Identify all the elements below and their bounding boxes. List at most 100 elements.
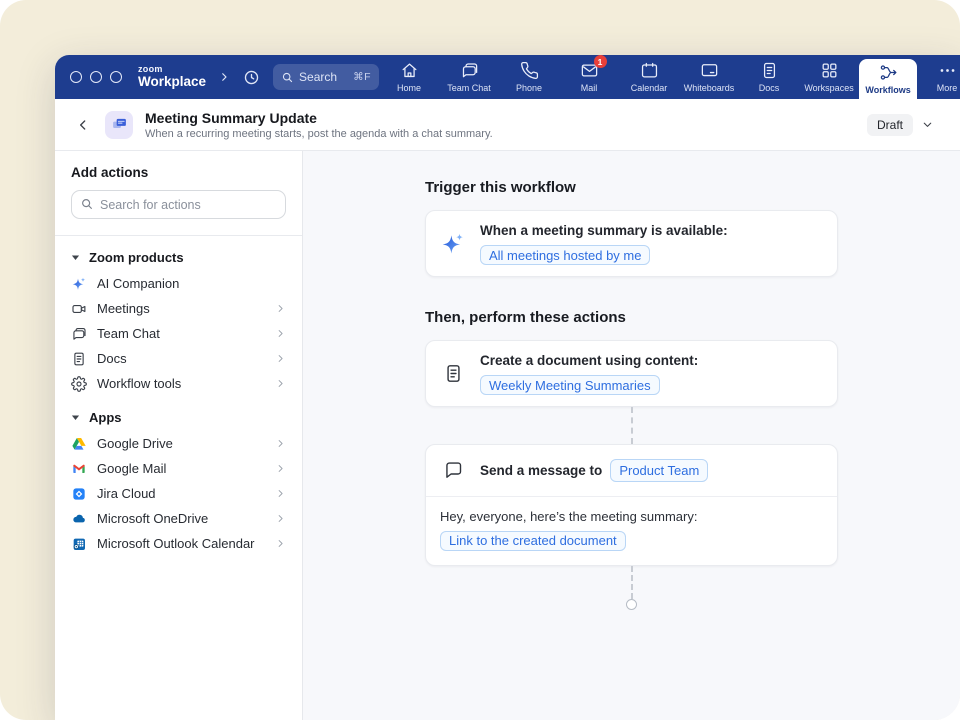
nav-item-docs[interactable]: Docs	[739, 55, 799, 99]
workflow-title: Meeting Summary Update	[145, 110, 493, 126]
whiteboards-icon	[700, 61, 719, 80]
onedrive-icon	[71, 511, 87, 527]
caret-down-icon	[71, 253, 80, 262]
document-icon	[440, 363, 466, 384]
connector-line	[631, 407, 633, 444]
section-apps: Apps Google Drive Google Mail Jir	[71, 410, 286, 556]
actions-heading: Then, perform these actions	[425, 309, 838, 326]
chevron-down-icon	[921, 118, 934, 131]
trigger-card[interactable]: When a meeting summary is available: All…	[425, 210, 838, 277]
nav-item-more[interactable]: More	[917, 55, 960, 99]
window-control-minimize[interactable]	[90, 71, 102, 83]
nav-item-workflows[interactable]: Workflows	[859, 59, 917, 99]
ai-sparkle-icon	[440, 231, 466, 257]
chevron-right-icon	[275, 303, 286, 314]
window-control-close[interactable]	[70, 71, 82, 83]
chevron-right-icon	[275, 353, 286, 364]
nav-item-calendar[interactable]: Calendar	[619, 55, 679, 99]
nav-item-whiteboards[interactable]: Whiteboards	[679, 55, 739, 99]
sidebar-divider	[55, 235, 302, 236]
calendar-icon	[640, 61, 659, 80]
chevron-right-icon	[275, 488, 286, 499]
history-icon[interactable]	[242, 68, 261, 87]
zoom-workplace-window: zoom Workplace Search ⌘F Home	[55, 55, 960, 720]
sidebar-item-ai-companion[interactable]: AI Companion	[71, 271, 286, 296]
send-message-card[interactable]: Send a message to Product Team Hey, ever…	[425, 444, 838, 566]
send-message-text: Send a message to	[480, 462, 602, 480]
trigger-scope-pill[interactable]: All meetings hosted by me	[480, 245, 650, 265]
search-icon	[281, 71, 294, 84]
outlook-calendar-icon	[71, 536, 87, 552]
sidebar-item-team-chat[interactable]: Team Chat	[71, 321, 286, 346]
gmail-icon	[71, 461, 87, 477]
chevron-right-icon	[275, 538, 286, 549]
actions-sidebar: Add actions Zoom products AI Companion	[55, 151, 303, 720]
sidebar-item-google-mail[interactable]: Google Mail	[71, 456, 286, 481]
team-chat-icon	[71, 326, 87, 342]
topbar: zoom Workplace Search ⌘F Home	[55, 55, 960, 99]
gear-icon	[71, 376, 87, 392]
sidebar-item-workflow-tools[interactable]: Workflow tools	[71, 371, 286, 396]
logo-workplace: Workplace	[138, 75, 206, 89]
sidebar-item-jira-cloud[interactable]: Jira Cloud	[71, 481, 286, 506]
connector-line	[631, 566, 633, 599]
docs-icon	[71, 351, 87, 367]
workflow-canvas: Trigger this workflow When a meeting sum…	[303, 151, 960, 720]
nav-item-workspaces[interactable]: Workspaces	[799, 55, 859, 99]
create-document-text: Create a document using content:	[480, 352, 698, 370]
nav-item-mail[interactable]: 1 Mail	[559, 55, 619, 99]
phone-icon	[520, 61, 539, 80]
sidebar-item-microsoft-outlook-calendar[interactable]: Microsoft Outlook Calendar	[71, 531, 286, 556]
chevron-right-icon	[275, 513, 286, 524]
expand-chevron-icon[interactable]	[218, 71, 230, 83]
meetings-icon	[71, 301, 87, 317]
workspaces-icon	[820, 61, 839, 80]
trigger-text: When a meeting summary is available:	[480, 222, 728, 240]
nav-item-home[interactable]: Home	[379, 55, 439, 99]
section-header-zoom-products[interactable]: Zoom products	[71, 250, 286, 265]
workflow-titles: Meeting Summary Update When a recurring …	[145, 110, 493, 140]
window-control-zoom[interactable]	[110, 71, 122, 83]
more-icon	[938, 61, 957, 80]
chevron-left-icon	[75, 117, 91, 133]
sidebar-item-microsoft-onedrive[interactable]: Microsoft OneDrive	[71, 506, 286, 531]
ai-companion-icon	[71, 276, 87, 292]
nav-item-team-chat[interactable]: Team Chat	[439, 55, 499, 99]
section-header-apps[interactable]: Apps	[71, 410, 286, 425]
chevron-right-icon	[275, 438, 286, 449]
workflow-app-icon	[105, 111, 133, 139]
section-zoom-products: Zoom products AI Companion Meetings Team…	[71, 250, 286, 396]
sidebar-item-docs[interactable]: Docs	[71, 346, 286, 371]
message-link-pill[interactable]: Link to the created document	[440, 531, 626, 551]
window-controls[interactable]	[70, 71, 122, 83]
workflow-header: Meeting Summary Update When a recurring …	[55, 99, 960, 151]
status-badge: Draft	[867, 114, 913, 136]
home-icon	[400, 61, 419, 80]
sidebar-item-meetings[interactable]: Meetings	[71, 296, 286, 321]
actions-search-input[interactable]	[71, 190, 286, 219]
document-content-pill[interactable]: Weekly Meeting Summaries	[480, 375, 660, 395]
team-chat-icon	[460, 61, 479, 80]
message-recipient-pill[interactable]: Product Team	[610, 459, 708, 482]
back-button[interactable]	[73, 115, 93, 135]
desktop-background: zoom Workplace Search ⌘F Home	[0, 0, 960, 720]
search-icon	[80, 197, 94, 211]
create-document-card[interactable]: Create a document using content: Weekly …	[425, 340, 838, 407]
docs-icon	[760, 61, 779, 80]
nav-item-phone[interactable]: Phone	[499, 55, 559, 99]
message-body-text: Hey, everyone, here’s the meeting summar…	[440, 509, 823, 524]
search-placeholder: Search	[299, 70, 337, 84]
chevron-right-icon	[275, 378, 286, 389]
zoom-workplace-logo: zoom Workplace	[138, 65, 206, 89]
mail-unread-badge: 1	[594, 55, 607, 68]
trigger-heading: Trigger this workflow	[425, 179, 838, 196]
sidebar-item-google-drive[interactable]: Google Drive	[71, 431, 286, 456]
sidebar-heading: Add actions	[71, 165, 286, 180]
chevron-right-icon	[275, 463, 286, 474]
workflow-subtitle: When a recurring meeting starts, post th…	[145, 128, 493, 140]
google-drive-icon	[71, 436, 87, 452]
search-shortcut: ⌘F	[353, 71, 371, 83]
workflows-icon	[879, 63, 898, 82]
status-dropdown[interactable]: Draft	[867, 114, 934, 136]
global-search[interactable]: Search ⌘F	[273, 64, 379, 90]
